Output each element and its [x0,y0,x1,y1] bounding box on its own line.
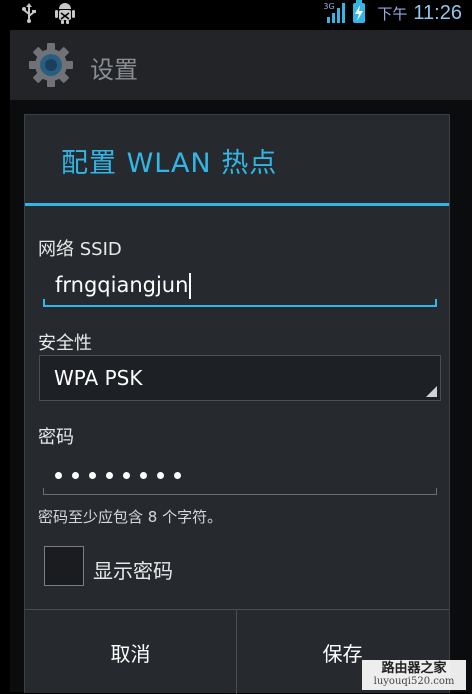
spinner-arrow-icon [426,386,437,397]
wlan-hotspot-dialog: 配置 WLAN 热点 网络 SSID frngqiangjun 安全性 WPA … [24,114,450,694]
ssid-label: 网络 SSID [38,239,122,260]
password-input[interactable] [43,455,437,495]
site-watermark: 路由器之家 luyouqi520.com [362,660,466,690]
settings-action-bar: 设置 [10,30,472,101]
security-label: 安全性 [38,333,92,354]
status-bar-left [18,2,76,24]
gear-icon[interactable] [28,42,74,88]
watermark-title: 路由器之家 [381,661,447,676]
password-input-underline [43,488,437,495]
security-value: WPA PSK [54,366,143,390]
status-time: 11:26 [413,1,462,24]
usb-icon [18,2,40,24]
password-label: 密码 [38,427,74,448]
status-bar-right: 3G 下午 11:26 [323,0,462,26]
status-bar: 3G 下午 11:26 [0,0,472,26]
password-dot [174,471,181,479]
password-dot [72,471,79,479]
network-type: 3G [323,2,335,11]
ssid-value: frngqiangjun [55,273,189,297]
ssid-input[interactable]: frngqiangjun [43,267,437,307]
password-dot [89,471,96,479]
password-dot [157,471,164,479]
ssid-input-underline [43,299,437,307]
battery-charging-icon [353,0,366,23]
cancel-button[interactable]: 取消 [25,610,237,694]
status-ampm: 下午 [377,4,408,23]
signal-icon: 3G [323,2,347,23]
password-hint: 密码至少应包含 8 个字符。 [38,508,223,526]
dialog-title: 配置 WLAN 热点 [61,148,278,179]
ssid-value-wrap: frngqiangjun [55,273,192,299]
password-dot [140,471,147,479]
android-debug-icon [54,2,76,24]
password-dot [106,471,113,479]
password-dot [123,471,130,479]
dialog-title-divider [25,203,449,206]
show-password-label[interactable]: 显示密码 [93,555,173,584]
watermark-url: luyouqi520.com [373,676,455,687]
text-caret [189,273,192,299]
settings-title: 设置 [90,56,138,84]
password-dot [55,471,62,479]
security-spinner[interactable]: WPA PSK [39,355,441,401]
show-password-checkbox[interactable] [44,546,84,586]
